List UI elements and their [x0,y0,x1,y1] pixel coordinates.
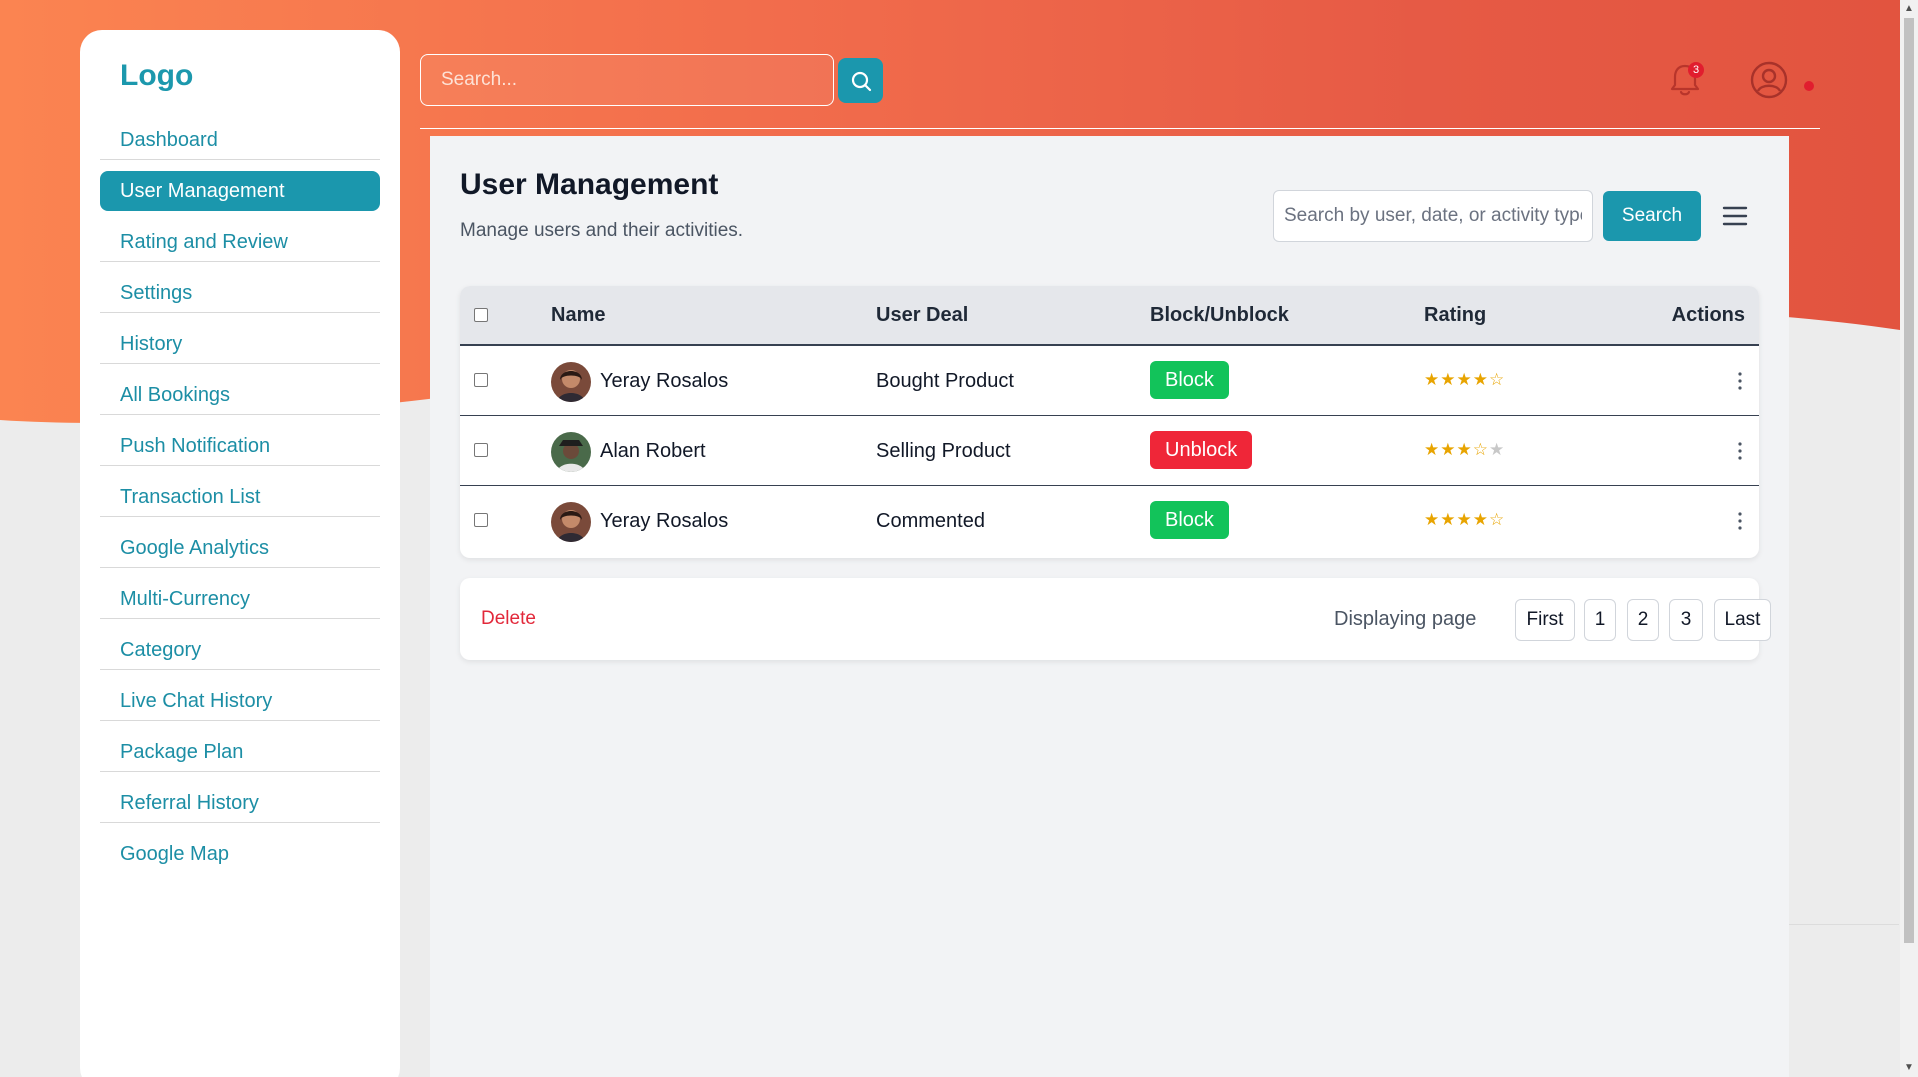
sidebar-item-multi-currency[interactable]: Multi-Currency [100,579,380,619]
users-table: Name User Deal Block/Unblock Rating Acti… [460,286,1759,558]
sidebar-item-history[interactable]: History [100,324,380,364]
block-button[interactable]: Block [1150,501,1229,539]
user-name: Alan Robert [600,440,706,462]
sidebar-item-transaction-list[interactable]: Transaction List [100,477,380,517]
sidebar-nav: Dashboard User Management Rating and Rev… [100,120,380,874]
page-1-button[interactable]: 1 [1584,599,1616,641]
user-name: Yeray Rosalos [600,510,729,532]
sidebar-item-referral-history[interactable]: Referral History [100,783,380,823]
sidebar-item-settings[interactable]: Settings [100,273,380,313]
more-actions-icon[interactable] [1737,440,1743,462]
user-profile-icon[interactable] [1749,60,1789,100]
table-row: Alan Robert Selling Product Unblock ★★★☆… [460,416,1759,486]
pagination-label: Displaying page [1334,608,1477,630]
scroll-down-arrow-icon[interactable]: ▼ [1900,1059,1918,1077]
more-actions-icon[interactable] [1737,510,1743,532]
avatar [551,432,591,472]
sidebar-item-dashboard[interactable]: Dashboard [100,120,380,160]
unblock-button[interactable]: Unblock [1150,431,1253,469]
header-divider [420,128,1820,129]
page-2-button[interactable]: 2 [1627,599,1659,641]
footer-divider [1789,924,1899,925]
sidebar-item-google-analytics[interactable]: Google Analytics [100,528,380,568]
page-title: User Management [460,168,719,201]
last-page-button[interactable]: Last [1714,599,1771,641]
row-checkbox[interactable] [474,513,488,527]
table-row: Yeray Rosalos Bought Product Block ★★★★☆ [460,346,1759,416]
column-header-user-deal[interactable]: User Deal [876,304,968,327]
sidebar-item-all-bookings[interactable]: All Bookings [100,375,380,415]
user-deal: Commented [876,510,985,532]
user-deal: Bought Product [876,370,1014,392]
sidebar-item-live-chat-history[interactable]: Live Chat History [100,681,380,721]
global-search-input[interactable] [420,54,834,106]
sidebar-item-google-map[interactable]: Google Map [100,834,380,874]
table-header: Name User Deal Block/Unblock Rating Acti… [460,286,1759,346]
block-button[interactable]: Block [1150,361,1229,399]
sidebar-item-category[interactable]: Category [100,630,380,670]
scroll-up-arrow-icon[interactable]: ▲ [1900,0,1918,18]
user-name: Yeray Rosalos [600,370,729,392]
logo[interactable]: Logo [100,56,380,110]
scrollbar-thumb[interactable] [1904,18,1914,943]
star-rating: ★★★☆★ [1424,440,1506,459]
delete-button[interactable]: Delete [481,608,536,630]
notification-badge: 3 [1688,62,1704,78]
sidebar-item-user-management[interactable]: User Management [100,171,380,211]
sidebar-item-rating-and-review[interactable]: Rating and Review [100,222,380,262]
more-actions-icon[interactable] [1737,370,1743,392]
hamburger-menu-icon[interactable] [1721,202,1749,230]
column-header-block-unblock[interactable]: Block/Unblock [1150,304,1289,327]
global-search-button[interactable] [838,58,883,103]
main-content: User Management Manage users and their a… [430,136,1789,1077]
select-all-checkbox[interactable] [474,308,488,322]
online-status-dot [1804,81,1814,91]
star-rating: ★★★★☆ [1424,370,1506,389]
column-header-name[interactable]: Name [551,304,605,327]
sidebar: Logo Dashboard User Management Rating an… [80,30,400,1077]
sidebar-item-push-notification[interactable]: Push Notification [100,426,380,466]
column-header-actions: Actions [1671,304,1745,326]
page-3-button[interactable]: 3 [1669,599,1703,641]
avatar [551,502,591,542]
table-row: Yeray Rosalos Commented Block ★★★★☆ [460,486,1759,556]
column-header-rating[interactable]: Rating [1424,304,1486,327]
avatar [551,362,591,402]
row-checkbox[interactable] [474,443,488,457]
first-page-button[interactable]: First [1515,599,1575,641]
page-subtitle: Manage users and their activities. [460,220,744,241]
user-deal: Selling Product [876,440,1011,462]
star-rating: ★★★★☆ [1424,510,1506,529]
search-icon [851,71,871,91]
sidebar-item-package-plan[interactable]: Package Plan [100,732,380,772]
pagination-bar: Delete Displaying page First 1 2 3 Last [460,578,1771,660]
search-button[interactable]: Search [1603,191,1701,241]
user-filter-input[interactable] [1273,190,1593,242]
row-checkbox[interactable] [474,373,488,387]
